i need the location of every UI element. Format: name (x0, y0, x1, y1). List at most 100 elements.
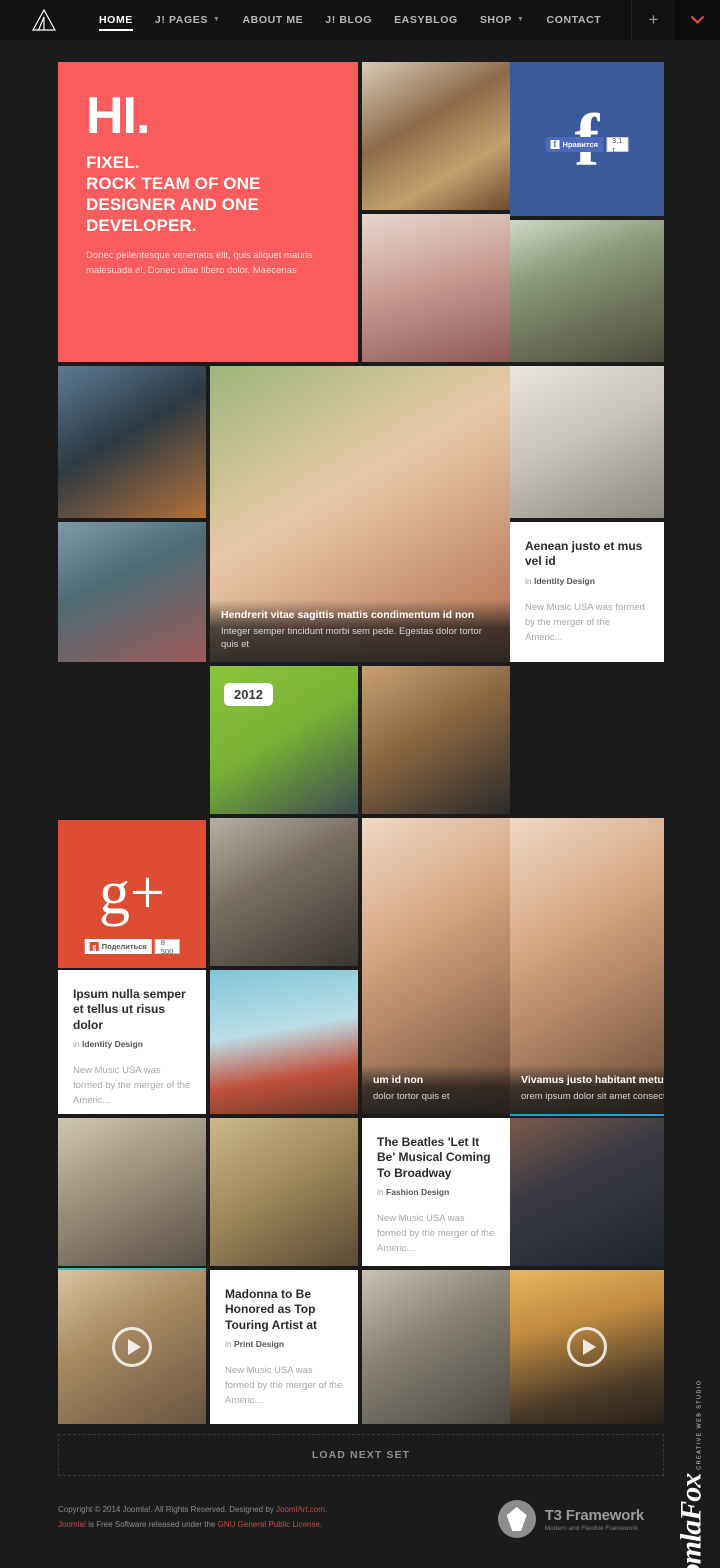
photo-cars (510, 220, 664, 362)
photo-chair (210, 970, 358, 1114)
photo-tile-desk[interactable] (510, 1118, 664, 1266)
article-card-madonna[interactable]: Madonna to Be Honored as Top Touring Art… (210, 1270, 358, 1424)
hero-tile[interactable]: HI. FIXEL. ROCK TEAM OF ONE DESIGNER AND… (58, 62, 358, 362)
photo-tile-skateboard[interactable] (362, 1270, 510, 1424)
googleplus-share-label: Поделиться (101, 942, 147, 951)
page-root: HOME J! PAGES ▼ ABOUT ME J! BLOG EASYBLOG… (0, 0, 720, 1568)
photo-tile-food[interactable] (362, 62, 510, 210)
card-title: The Beatles 'Let It Be' Musical Coming T… (377, 1135, 491, 1180)
card-excerpt: New Music USA was formed by the merger o… (225, 1365, 343, 1407)
nav-item-easyblog[interactable]: EASYBLOG (383, 0, 469, 40)
photo-tile-bubbles[interactable]: Hendrerit vitae sagittis mattis condimen… (210, 366, 510, 662)
card-category[interactable]: Print Design (234, 1339, 284, 1349)
joomlafox-badge[interactable]: JoomlaFox CREATIVE WEB STUDIO (662, 1380, 720, 1568)
googleplus-share-button[interactable]: g Поделиться 8 500 (84, 938, 180, 956)
caption-title: Hendrerit vitae sagittis mattis condimen… (221, 609, 475, 622)
card-excerpt: New Music USA was formed by the merger o… (73, 1065, 191, 1107)
photo-tile-phone[interactable] (362, 666, 510, 814)
nav-item-about-me[interactable]: ABOUT ME (231, 0, 314, 40)
photo-desk (510, 1118, 664, 1266)
chevron-down-icon[interactable] (675, 0, 720, 40)
caption-bubbles: Hendrerit vitae sagittis mattis condimen… (210, 600, 510, 662)
googleplus-tile[interactable]: g+ g Поделиться 8 500 (58, 820, 206, 968)
photo-tile-smile[interactable]: Vivamus justo habitant metus et ac adipi… (510, 818, 664, 1114)
facebook-like-count: 3,1 т (606, 136, 629, 154)
hero-title: HI. (86, 87, 150, 145)
photo-heart (210, 1118, 358, 1266)
article-card-beatles[interactable]: The Beatles 'Let It Be' Musical Coming T… (362, 1118, 510, 1266)
card-meta-prefix: in (377, 1187, 384, 1197)
googleplus-share-count: 8 500 (154, 938, 180, 956)
photo-tile-cars[interactable] (510, 220, 664, 362)
copyright-line-2: Joomla! is Free Software released under … (58, 1518, 327, 1533)
photo-tile-heart[interactable] (210, 1118, 358, 1266)
t3-logo-icon (497, 1500, 536, 1538)
copyright-period: . (324, 1505, 328, 1514)
photo-tile-heels[interactable] (58, 522, 206, 662)
photo-tile-camera[interactable] (58, 366, 206, 518)
caption-backpack: um id non dolor tortor quis et (362, 1064, 510, 1114)
chevron-down-icon: ▼ (516, 16, 525, 24)
fixel-triangle-logo-icon (32, 9, 56, 31)
hero-subtitle: FIXEL. ROCK TEAM OF ONE DESIGNER AND ONE… (86, 153, 261, 235)
caption-subtitle: orem ipsum dolor sit amet consectetuer I… (521, 1090, 664, 1102)
plus-icon[interactable]: + (631, 0, 675, 40)
video-tile-climber[interactable] (510, 1270, 664, 1424)
photo-food (362, 62, 510, 210)
googleplus-icon: g+ (99, 859, 165, 928)
article-card-ipsum[interactable]: Ipsum nulla semper et tellus ut risus do… (58, 970, 206, 1114)
photo-tile-girl[interactable] (362, 214, 510, 362)
caption-smile: Vivamus justo habitant metus et ac adipi… (510, 1064, 664, 1114)
card-meta-prefix: in (73, 1039, 80, 1049)
nav-label: SHOP (479, 14, 512, 26)
photo-tile-backpack[interactable]: um id non dolor tortor quis et (362, 818, 510, 1114)
masonry-grid: HI. FIXEL. ROCK TEAM OF ONE DESIGNER AND… (58, 62, 664, 1424)
googleplus-share-label-wrap: g Поделиться (84, 939, 152, 954)
caption-title: um id non (373, 1073, 424, 1086)
play-icon[interactable] (567, 1327, 607, 1367)
card-category[interactable]: Fashion Design (386, 1187, 449, 1197)
card-category[interactable]: Identity Design (82, 1039, 143, 1049)
photo-phone (362, 666, 510, 814)
photo-heels (58, 522, 206, 662)
gpl-license-link[interactable]: GNU General Public License (218, 1520, 320, 1529)
joomlart-link[interactable]: JoomlArt.com (276, 1505, 325, 1514)
video-tile-car[interactable] (58, 1270, 206, 1424)
facebook-like-label-wrap: f Нравится (545, 137, 604, 152)
facebook-like-button[interactable]: f Нравится 3,1 т (545, 136, 629, 154)
googleplus-small-icon: g (89, 942, 99, 951)
chevron-down-glyph (691, 16, 704, 24)
photo-tile-chair[interactable] (210, 970, 358, 1114)
photo-skateboard (362, 1270, 510, 1424)
nav-item-j-blog[interactable]: J! BLOG (314, 0, 383, 40)
t3-subtitle: Modern and Flexible Framework (544, 1524, 638, 1532)
infographic-year: 2012 (224, 683, 273, 706)
joomla-link[interactable]: Joomla! (58, 1520, 86, 1529)
card-title: Aenean justo et mus vel id (525, 539, 643, 569)
joomlafox-subtitle: CREATIVE WEB STUDIO (696, 1379, 702, 1470)
load-next-set-button[interactable]: LOAD NEXT SET (58, 1434, 664, 1476)
nav-item-shop[interactable]: SHOP ▼ (469, 0, 536, 40)
card-category[interactable]: Identity Design (534, 576, 595, 586)
photo-tile-runners[interactable] (210, 818, 358, 966)
nav-item-home[interactable]: HOME (88, 0, 144, 40)
nav-label: HOME (99, 14, 133, 26)
photo-tile-flower[interactable] (510, 366, 664, 518)
card-excerpt: New Music USA was formed by the merger o… (377, 1213, 495, 1255)
nav-item-contact[interactable]: CONTACT (536, 0, 613, 40)
article-card-aenean[interactable]: Aenean justo et mus vel id in Identity D… (510, 522, 664, 662)
facebook-tile[interactable]: f f Нравится 3,1 т (510, 62, 664, 216)
t3-framework-badge[interactable]: T3 Framework Modern and Flexible Framewo… (497, 1500, 645, 1538)
t3-title: T3 Framework (544, 1506, 645, 1524)
nav-label: ABOUT ME (242, 14, 304, 26)
joomlafox-name: JoomlaFox (674, 1473, 707, 1568)
photo-tile-sneakers[interactable] (58, 1118, 206, 1266)
nav-item-j-pages[interactable]: J! PAGES ▼ (144, 0, 232, 40)
play-icon[interactable] (112, 1327, 152, 1367)
main-nav: HOME J! PAGES ▼ ABOUT ME J! BLOG EASYBLOG… (88, 0, 612, 40)
license-period: . (319, 1519, 323, 1529)
card-meta-prefix: in (225, 1339, 232, 1349)
logo[interactable] (0, 0, 88, 40)
photo-tile-infographic[interactable]: 2012 (210, 666, 358, 814)
facebook-like-label: Нравится (562, 140, 599, 149)
